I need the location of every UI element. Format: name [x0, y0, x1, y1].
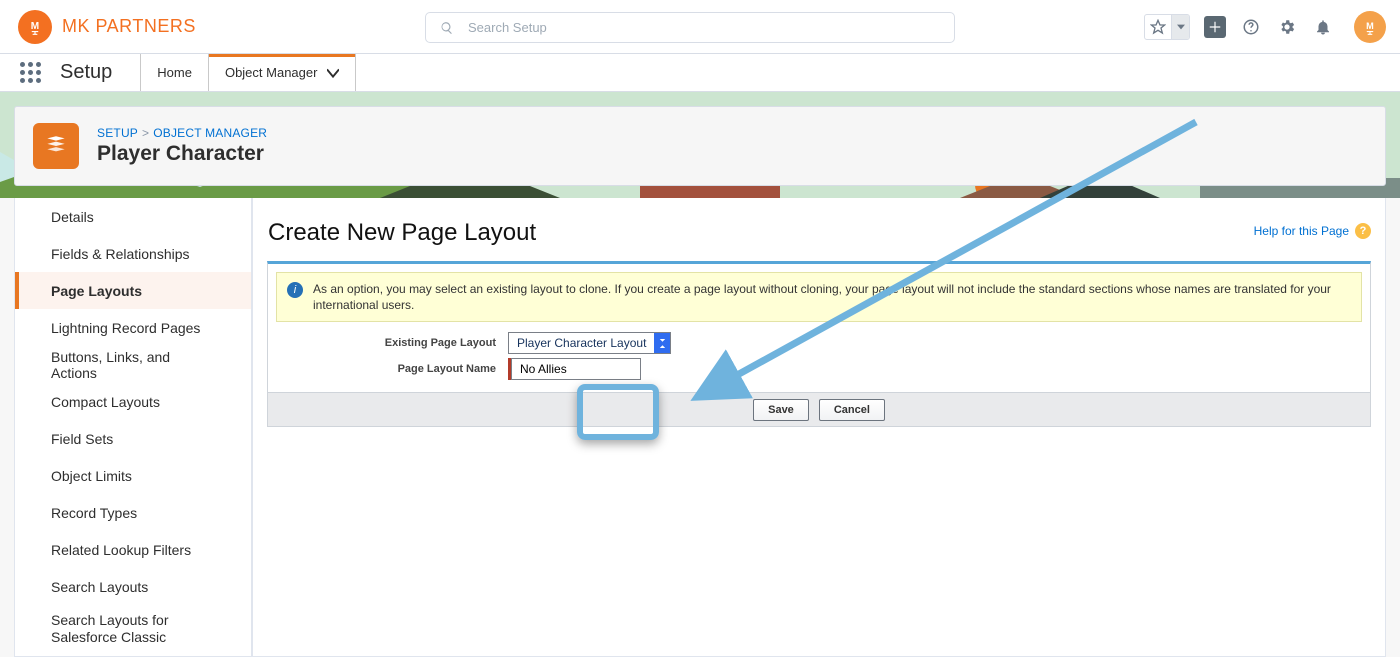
sidebar-item-page-layouts[interactable]: Page Layouts	[15, 272, 251, 309]
existing-layout-field[interactable]: Player Character Layout	[508, 332, 671, 354]
label-layout-name: Page Layout Name	[276, 363, 496, 375]
help-icon[interactable]	[1240, 16, 1262, 38]
help-link[interactable]: Help for this Page ?	[1254, 223, 1371, 239]
tab-home[interactable]: Home	[140, 54, 209, 91]
search-box[interactable]	[425, 12, 955, 43]
sidebar-item-label: Search Layouts for Salesforce Classic	[51, 612, 219, 646]
svg-text:M: M	[31, 20, 39, 31]
select-value: Player Character Layout	[509, 336, 654, 350]
tab-object-manager[interactable]: Object Manager	[209, 54, 357, 91]
sidebar-item-label: Record Types	[51, 505, 137, 521]
sidebar-item-fields[interactable]: Fields & Relationships	[15, 235, 251, 272]
sidebar-item-record-types[interactable]: Record Types	[15, 494, 251, 531]
sidebar-item-label: Compact Layouts	[51, 394, 160, 410]
sidebar-item-related-lookup-filters[interactable]: Related Lookup Filters	[15, 531, 251, 568]
global-add-button[interactable]	[1204, 16, 1226, 38]
context-bar: Setup Home Object Manager	[0, 54, 1400, 92]
favorite-star-icon[interactable]	[1145, 14, 1171, 40]
help-icon: ?	[1355, 223, 1371, 239]
select-toggle[interactable]	[654, 333, 670, 353]
form-footer: Save Cancel	[268, 392, 1370, 426]
object-title: Player Character	[97, 142, 267, 166]
global-search	[425, 12, 955, 43]
sidebar-item-label: Details	[51, 209, 94, 225]
sidebar-item-label: Page Layouts	[51, 283, 142, 299]
help-link-text[interactable]: Help for this Page	[1254, 224, 1349, 238]
info-banner: i As an option, you may select an existi…	[276, 272, 1362, 322]
search-input[interactable]	[466, 19, 940, 36]
form-panel: i As an option, you may select an existi…	[267, 261, 1371, 427]
org-name: MK PARTNERS	[62, 16, 196, 37]
crumb-separator: >	[142, 126, 149, 140]
sidebar-item-search-layouts[interactable]: Search Layouts	[15, 568, 251, 605]
sidebar-item-buttons-links-actions[interactable]: Buttons, Links, and Actions	[15, 346, 251, 383]
cancel-button[interactable]: Cancel	[819, 399, 885, 421]
sidebar-item-label: Object Limits	[51, 468, 132, 484]
form: Existing Page Layout Player Character La…	[276, 332, 1362, 380]
existing-layout-select[interactable]: Player Character Layout	[508, 332, 671, 354]
search-icon	[440, 21, 454, 35]
user-avatar[interactable]: M	[1354, 11, 1386, 43]
layout-name-input[interactable]	[511, 358, 641, 380]
header-actions: M	[1144, 11, 1386, 43]
sidebar-item-label: Buttons, Links, and Actions	[51, 349, 219, 381]
org-logo-badge: M	[18, 10, 52, 44]
waffle-icon	[19, 62, 41, 84]
sidebar-item-field-sets[interactable]: Field Sets	[15, 420, 251, 457]
page-title: Create New Page Layout	[268, 219, 1385, 247]
app-title: Setup	[60, 54, 140, 91]
sidebar-item-label: Search Layouts	[51, 579, 148, 595]
crumb-object-manager[interactable]: OBJECT MANAGER	[153, 126, 267, 140]
svg-text:M: M	[1366, 20, 1374, 30]
global-header: M MK PARTNERS M	[0, 0, 1400, 54]
sidebar-item-label: Fields & Relationships	[51, 246, 190, 262]
tab-label: Object Manager	[225, 65, 318, 80]
main-content: Create New Page Layout Help for this Pag…	[252, 198, 1386, 657]
sidebar-item-details[interactable]: Details	[15, 198, 251, 235]
layout-name-field	[508, 358, 641, 380]
sidebar-item-label: Field Sets	[51, 431, 113, 447]
breadcrumb: SETUP > OBJECT MANAGER	[97, 126, 267, 140]
info-icon: i	[287, 282, 303, 298]
sidebar-item-label: Lightning Record Pages	[51, 320, 200, 336]
sidebar-item-search-layouts-classic[interactable]: Search Layouts for Salesforce Classic	[15, 605, 251, 653]
object-sidebar: Details Fields & Relationships Page Layo…	[14, 198, 252, 657]
sidebar-item-label: Related Lookup Filters	[51, 542, 191, 558]
object-icon	[33, 123, 79, 169]
favorites-control[interactable]	[1144, 14, 1190, 40]
label-existing-layout: Existing Page Layout	[276, 337, 496, 349]
favorites-dropdown[interactable]	[1171, 14, 1189, 40]
save-button[interactable]: Save	[753, 399, 809, 421]
app-launcher[interactable]	[0, 54, 60, 91]
object-header: SETUP > OBJECT MANAGER Player Character	[14, 106, 1386, 186]
tab-label: Home	[157, 65, 192, 80]
info-text: As an option, you may select an existing…	[313, 281, 1351, 313]
chevron-down-icon	[327, 67, 339, 79]
setup-gear-icon[interactable]	[1276, 16, 1298, 38]
required-indicator	[508, 358, 511, 380]
org-logo[interactable]: M MK PARTNERS	[18, 10, 196, 44]
sidebar-item-compact-layouts[interactable]: Compact Layouts	[15, 383, 251, 420]
notifications-bell-icon[interactable]	[1312, 16, 1334, 38]
crumb-setup[interactable]: SETUP	[97, 126, 138, 140]
sidebar-item-lex-pages[interactable]: Lightning Record Pages	[15, 309, 251, 346]
sidebar-item-object-limits[interactable]: Object Limits	[15, 457, 251, 494]
